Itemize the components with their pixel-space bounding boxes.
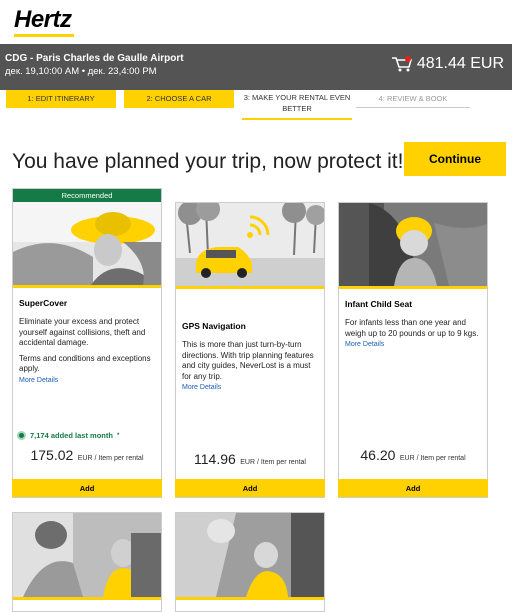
- more-details-link[interactable]: More Details: [19, 377, 161, 384]
- trip-summary-bar: CDG - Paris Charles de Gaulle Airport де…: [0, 44, 512, 90]
- price-unit: EUR / Item per rental: [399, 455, 466, 462]
- supercover-image: [13, 202, 161, 285]
- green-dot-icon: [17, 431, 26, 440]
- added-count: 7,174 added last month: [30, 431, 113, 440]
- step-label-line1: 3: MAKE YOUR RENTAL EVEN: [243, 93, 351, 102]
- add-gps-button[interactable]: Add: [175, 479, 325, 497]
- infant-seat-image: [339, 203, 487, 286]
- product-description: Eliminate your excess and protect yourse…: [19, 317, 155, 375]
- price-infant-seat: 46.20 EUR / Item per rental: [338, 447, 488, 465]
- product-description: For infants less than one year and weigh…: [345, 318, 481, 339]
- popularity-indicator: 7,174 added last month *: [17, 431, 119, 440]
- gps-image: [176, 203, 324, 286]
- description-text: Eliminate your excess and protect yourse…: [19, 317, 146, 347]
- price-unit: EUR / Item per rental: [240, 459, 306, 466]
- price-gps: 114.96 EUR / Item per rental: [175, 451, 325, 469]
- image-accent-line: [339, 286, 487, 289]
- image-accent-line: [176, 286, 324, 289]
- booking-steps: 1: EDIT ITINERARY 2: CHOOSE A CAR 3: MAK…: [0, 90, 512, 122]
- step-review-book: 4: REVIEW & BOOK: [356, 90, 470, 108]
- product-title: SuperCover: [19, 298, 68, 308]
- product-card-child-seat: [12, 512, 162, 612]
- price-supercover: 175.02 EUR / Item per rental: [12, 447, 162, 465]
- image-accent-line: [13, 285, 161, 288]
- hertz-logo[interactable]: Hertz: [14, 6, 74, 37]
- booster-seat-image: [176, 513, 324, 597]
- product-description: This is more than just turn-by-turn dire…: [182, 340, 318, 382]
- price-amount: 175.02: [30, 447, 74, 463]
- logo-underline: [14, 34, 74, 37]
- child-seat-image: [13, 513, 161, 597]
- continue-button[interactable]: Continue: [404, 142, 506, 176]
- added-footnote-mark: *: [116, 432, 120, 439]
- add-supercover-button[interactable]: Add: [12, 479, 162, 497]
- step-edit-itinerary[interactable]: 1: EDIT ITINERARY: [6, 90, 116, 108]
- header-logo-bar: Hertz: [0, 0, 512, 44]
- cart-total: 481.44 EUR: [416, 55, 504, 72]
- add-infant-seat-button[interactable]: Add: [338, 479, 488, 497]
- description-text: For infants less than one year and weigh…: [345, 318, 479, 338]
- cart-summary[interactable]: 481.44 EUR: [391, 55, 504, 73]
- product-title: Infant Child Seat: [345, 299, 413, 309]
- step-label-line2: BETTER: [282, 104, 312, 113]
- more-details-link[interactable]: More Details: [182, 384, 324, 391]
- product-card-booster-seat: [175, 512, 325, 612]
- step-choose-car[interactable]: 2: CHOOSE A CAR: [124, 90, 234, 108]
- cart-icon: [391, 55, 413, 73]
- step-make-rental-better: 3: MAKE YOUR RENTAL EVEN BETTER: [242, 90, 352, 120]
- price-amount: 46.20: [360, 447, 396, 463]
- description-text: This is more than just turn-by-turn dire…: [182, 340, 314, 381]
- terms-text: Terms and conditions and exceptions appl…: [19, 353, 151, 374]
- recommended-badge: Recommended: [13, 189, 161, 202]
- price-amount: 114.96: [194, 451, 236, 467]
- more-details-link[interactable]: More Details: [345, 341, 487, 348]
- product-title: GPS Navigation: [182, 321, 246, 331]
- page-title: You have planned your trip, now protect …: [12, 150, 404, 173]
- price-unit: EUR / Item per rental: [77, 455, 144, 462]
